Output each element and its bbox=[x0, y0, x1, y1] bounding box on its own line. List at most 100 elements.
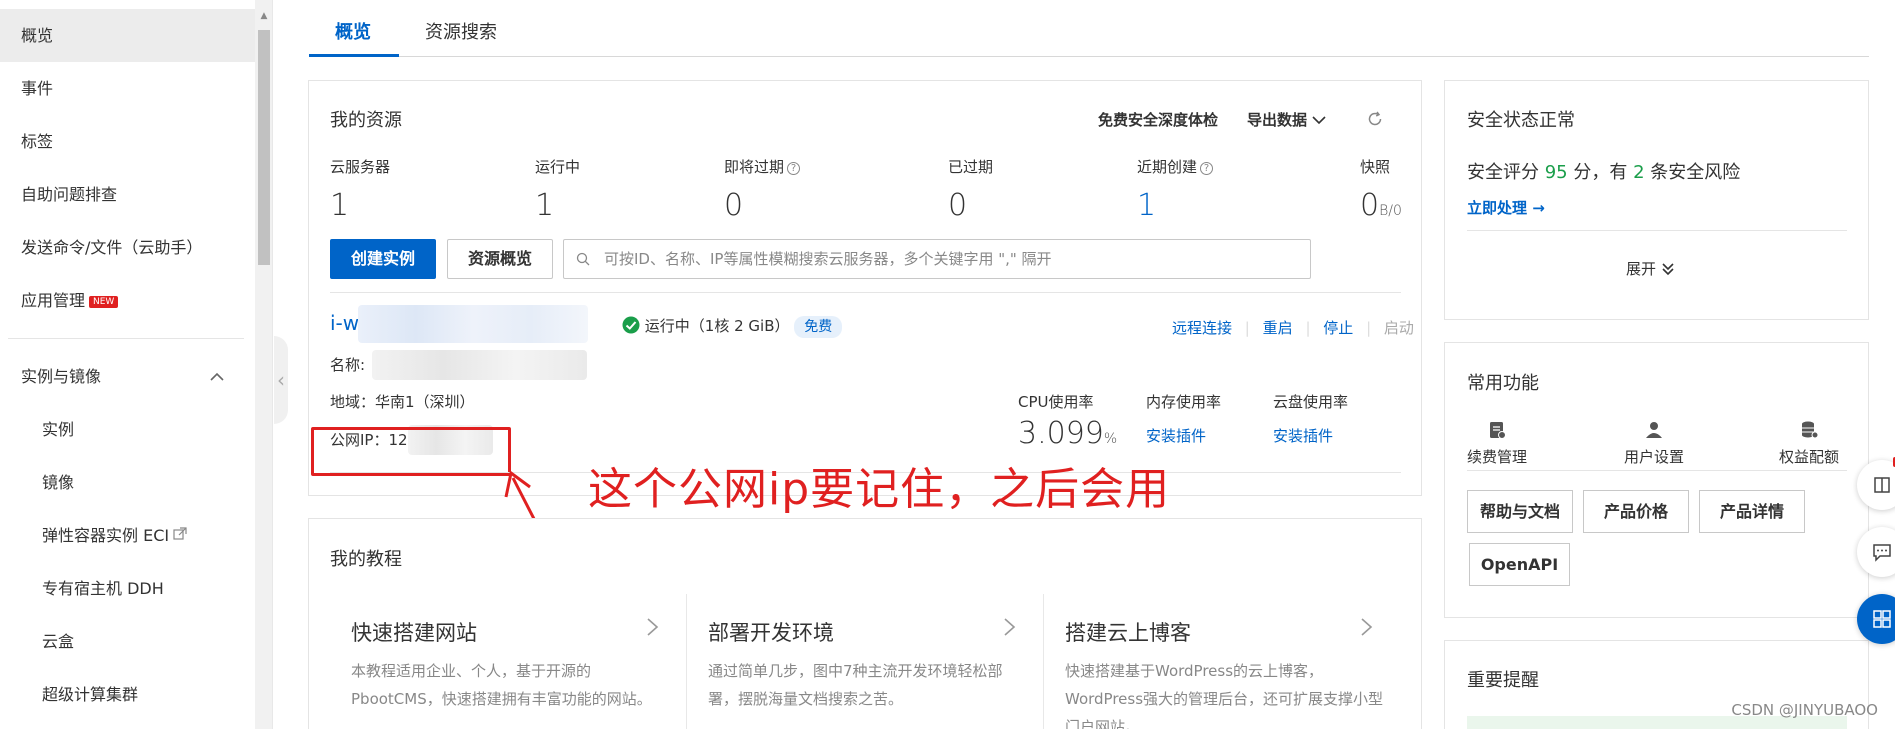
instance-actions: 远程连接 | 重启 | 停止 | 启动 bbox=[1172, 317, 1414, 338]
sidebar-divider bbox=[8, 338, 244, 339]
instance-region: 地域：华南1（深圳） bbox=[330, 393, 475, 411]
stat-label-text: 即将过期 bbox=[724, 158, 785, 176]
watermark: CSDN @JINYUBAOO bbox=[1731, 701, 1878, 719]
stat-value-snapshot[interactable]: 0B/0 bbox=[1360, 188, 1402, 223]
remote-connect-link[interactable]: 远程连接 bbox=[1172, 319, 1232, 337]
cpu-value: 3.099 bbox=[1018, 416, 1104, 451]
cpu-usage-value: 3.099% bbox=[1018, 416, 1117, 451]
tab-overview[interactable]: 概览 bbox=[335, 18, 371, 44]
sidebar-item-app-management[interactable]: 应用管理 NEW bbox=[0, 274, 255, 327]
chevron-right-icon[interactable] bbox=[645, 613, 661, 648]
export-data-dropdown[interactable]: 导出数据 bbox=[1247, 109, 1326, 130]
sidebar-group-instances[interactable]: 实例与镜像 bbox=[0, 350, 255, 403]
chevron-right-icon[interactable] bbox=[1359, 613, 1375, 648]
security-score: 95 bbox=[1544, 162, 1568, 183]
tutorial-description: 通过简单几步，图中7种主流开发环境轻松部署，摆脱海量文档搜索之苦。 bbox=[708, 662, 1003, 708]
help-icon[interactable]: ? bbox=[787, 162, 801, 175]
floating-apps-button[interactable] bbox=[1857, 594, 1895, 644]
stat-label-running: 运行中 bbox=[535, 158, 581, 176]
handle-now-link[interactable]: 立即处理 → bbox=[1467, 197, 1545, 218]
sidebar-item-troubleshoot[interactable]: 自助问题排查 bbox=[0, 168, 255, 221]
divider bbox=[1467, 230, 1847, 231]
product-details-button[interactable]: 产品详情 bbox=[1699, 490, 1805, 533]
sidebar-group-label: 实例与镜像 bbox=[21, 367, 102, 386]
annotation-text: 这个公网ip要记住，之后会用 bbox=[588, 464, 1171, 515]
stat-value-recent[interactable]: 1 bbox=[1137, 188, 1156, 223]
instance-status: 运行中（1核 2 GiB） 免费 bbox=[622, 315, 843, 338]
scroll-up-icon[interactable]: ▲ bbox=[255, 8, 272, 24]
security-score-line: 安全评分 95 分，有 2 条安全风险 bbox=[1467, 158, 1740, 184]
openapi-button[interactable]: OpenAPI bbox=[1469, 543, 1570, 586]
renew-management-item[interactable]: 续费管理 bbox=[1467, 420, 1527, 467]
sidebar-item-label: 应用管理 bbox=[21, 291, 86, 310]
sidebar-item-overview[interactable]: 概览 bbox=[0, 9, 255, 62]
sidebar-item-label: 专有宿主机 DDH bbox=[42, 579, 164, 598]
apps-grid-icon bbox=[1872, 609, 1892, 633]
tutorial-title[interactable]: 搭建云上博客 bbox=[1065, 617, 1191, 647]
sidebar-item-tags[interactable]: 标签 bbox=[0, 115, 255, 168]
chat-icon bbox=[1872, 542, 1892, 566]
sidebar-collapse-handle[interactable]: ‹ bbox=[274, 336, 288, 424]
security-title: 安全状态正常 bbox=[1467, 110, 1575, 131]
expand-toggle[interactable]: 展开 bbox=[1626, 258, 1675, 279]
sidebar-item-eci[interactable]: 弹性容器实例 ECI bbox=[0, 509, 255, 562]
check-circle-icon bbox=[622, 316, 640, 335]
book-icon bbox=[1872, 475, 1892, 499]
resources-title: 我的资源 bbox=[330, 110, 402, 131]
disk-install-plugin-link[interactable]: 安装插件 bbox=[1273, 425, 1333, 446]
stat-value-expiring[interactable]: 0 bbox=[724, 188, 743, 223]
redacted-instance-id bbox=[358, 305, 588, 343]
start-link[interactable]: 启动 bbox=[1384, 319, 1414, 337]
restart-link[interactable]: 重启 bbox=[1263, 319, 1293, 337]
sidebar-item-cloudbox[interactable]: 云盒 bbox=[0, 615, 255, 668]
instance-id-link[interactable]: i-w bbox=[330, 311, 359, 335]
disk-usage-label: 云盘使用率 bbox=[1273, 393, 1349, 411]
reminder-title: 重要提醒 bbox=[1467, 670, 1539, 691]
expand-label: 展开 bbox=[1626, 260, 1657, 278]
stat-value-running[interactable]: 1 bbox=[535, 188, 554, 223]
tutorial-divider bbox=[1043, 594, 1044, 729]
user-settings-item[interactable]: 用户设置 bbox=[1624, 420, 1684, 467]
sidebar-item-events[interactable]: 事件 bbox=[0, 62, 255, 115]
resource-overview-button[interactable]: 资源概览 bbox=[447, 239, 553, 279]
user-icon bbox=[1644, 420, 1664, 440]
sidebar-item-label: 事件 bbox=[21, 79, 54, 98]
stat-label-text: 近期创建 bbox=[1137, 158, 1198, 176]
help-docs-button[interactable]: 帮助与文档 bbox=[1467, 490, 1573, 533]
stop-link[interactable]: 停止 bbox=[1323, 319, 1353, 337]
stat-label-servers: 云服务器 bbox=[330, 158, 391, 176]
sidebar-item-label: 发送命令/文件（云助手） bbox=[21, 238, 203, 257]
stat-label-recent: 近期创建? bbox=[1137, 156, 1214, 177]
stat-value-servers[interactable]: 1 bbox=[330, 188, 349, 223]
create-instance-button[interactable]: 创建实例 bbox=[330, 239, 436, 279]
sidebar-item-instance[interactable]: 实例 bbox=[0, 403, 255, 456]
quota-item[interactable]: 权益配额 bbox=[1779, 420, 1839, 467]
product-price-button[interactable]: 产品价格 bbox=[1583, 490, 1689, 533]
scrollbar-thumb[interactable] bbox=[258, 30, 270, 265]
sidebar-item-image[interactable]: 镜像 bbox=[0, 456, 255, 509]
action-separator: | bbox=[1366, 319, 1372, 337]
memory-usage-label: 内存使用率 bbox=[1146, 393, 1222, 411]
memory-install-plugin-link[interactable]: 安装插件 bbox=[1146, 425, 1206, 446]
search-icon bbox=[576, 251, 590, 266]
refresh-icon[interactable] bbox=[1366, 110, 1384, 128]
tutorial-title[interactable]: 快速搭建网站 bbox=[351, 617, 477, 647]
tab-resource-search[interactable]: 资源搜索 bbox=[425, 18, 497, 44]
stat-value-expired[interactable]: 0 bbox=[948, 188, 967, 223]
tutorial-description: 本教程适用企业、个人，基于开源的PbootCMS，快速搭建拥有丰富功能的网站。 bbox=[351, 662, 652, 708]
sidebar-item-ddh[interactable]: 专有宿主机 DDH bbox=[0, 562, 255, 615]
score-mid: 分，有 bbox=[1573, 162, 1628, 183]
new-badge: NEW bbox=[89, 296, 119, 308]
chevron-right-icon[interactable] bbox=[1002, 613, 1018, 648]
search-input[interactable] bbox=[604, 240, 1294, 278]
snapshot-unit: B/0 bbox=[1379, 203, 1402, 219]
resource-search-box[interactable] bbox=[563, 239, 1311, 279]
sidebar-item-scc[interactable]: 超级计算集群 bbox=[0, 668, 255, 721]
free-badge: 免费 bbox=[794, 316, 843, 338]
sidebar-item-cloud-assistant[interactable]: 发送命令/文件（云助手） bbox=[0, 221, 255, 274]
sidebar: 概览 事件 标签 自助问题排查 发送命令/文件（云助手） 应用管理 NEW 实例与… bbox=[0, 0, 273, 729]
help-icon[interactable]: ? bbox=[1200, 162, 1214, 175]
function-label: 续费管理 bbox=[1467, 448, 1528, 466]
tutorial-title[interactable]: 部署开发环境 bbox=[708, 617, 834, 647]
free-security-check-link[interactable]: 免费安全深度体检 bbox=[1098, 109, 1218, 130]
